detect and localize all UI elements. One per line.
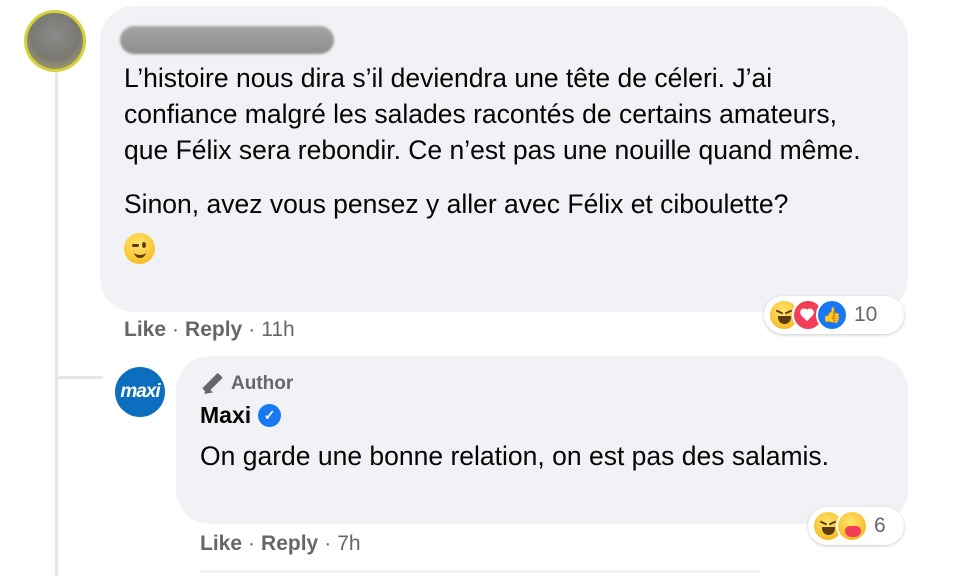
wink-emoji-icon	[124, 232, 155, 264]
verified-badge-icon: ✓	[258, 404, 282, 427]
reaction-count: 10	[854, 303, 878, 326]
maxi-avatar[interactable]: maxi	[115, 367, 165, 417]
maxi-logo-text: maxi	[120, 381, 160, 402]
reply-body: On garde une bonne relation, on est pas …	[200, 441, 830, 471]
comment-reactions[interactable]: 👍 10	[764, 296, 904, 334]
commenter-avatar[interactable]	[24, 10, 86, 72]
action-separator: ·	[324, 532, 332, 555]
comment-paragraph-1: L’histoire nous dira s’il deviendra une …	[124, 63, 861, 165]
action-separator: ·	[172, 318, 180, 341]
action-separator: ·	[248, 318, 256, 341]
comment-paragraph-2: Sinon, avez vous pensez y aller avec Fél…	[124, 186, 884, 222]
care-reaction-icon	[836, 510, 868, 542]
reply-author-row: Maxi ✓	[200, 402, 282, 429]
reaction-count: 6	[874, 514, 886, 537]
comment-emoji-row	[124, 228, 884, 264]
commenter-name-redacted[interactable]	[120, 26, 334, 54]
comment-body: L’histoire nous dira s’il deviendra une …	[124, 60, 884, 264]
like-link[interactable]: Like	[200, 532, 242, 555]
like-reaction-icon: 👍	[816, 299, 848, 331]
like-link[interactable]: Like	[124, 318, 166, 341]
comment-paragraph-2-text: Sinon, avez vous pensez y aller avec Fél…	[124, 189, 789, 219]
action-separator: ·	[248, 532, 256, 555]
comment-actions: Like · Reply · 11h	[124, 318, 295, 342]
thread-branch	[55, 376, 103, 379]
reply-reactions[interactable]: 6	[808, 507, 904, 545]
reply-link[interactable]: Reply	[185, 318, 242, 341]
thread-line-continued	[55, 376, 58, 576]
pencil-icon	[200, 372, 224, 396]
comment-timestamp[interactable]: 11h	[261, 318, 294, 341]
author-badge: Author	[200, 372, 293, 396]
author-badge-label: Author	[231, 373, 294, 394]
reply-actions: Like · Reply · 7h	[200, 532, 361, 556]
reply-link[interactable]: Reply	[261, 532, 318, 555]
reply-author-name[interactable]: Maxi	[200, 402, 251, 429]
thread-line	[55, 72, 58, 382]
reply-timestamp[interactable]: 7h	[337, 532, 360, 555]
